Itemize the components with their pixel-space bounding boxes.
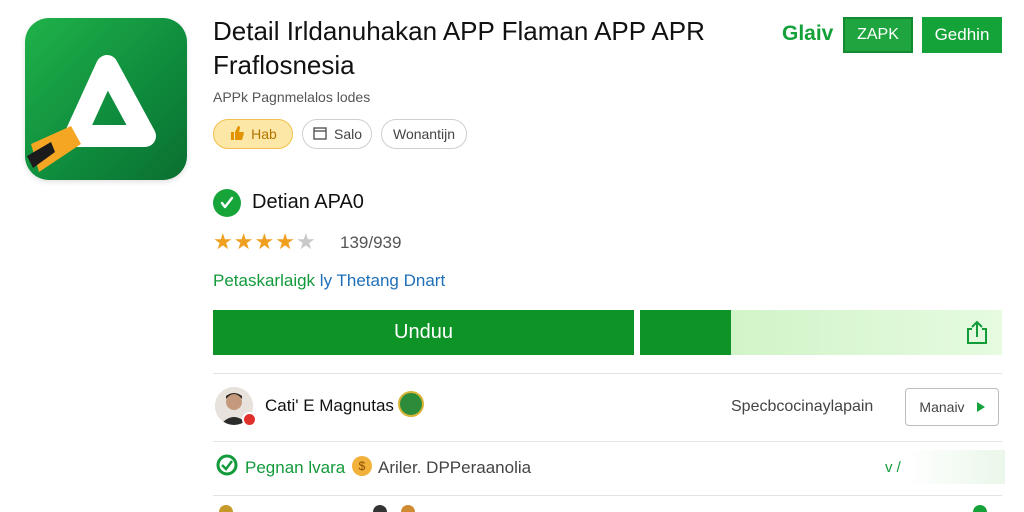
app-subtitle: APPk Pagnmelalos lodes	[213, 89, 371, 105]
gedhin-button[interactable]: Gedhin	[922, 17, 1002, 53]
share-icon[interactable]	[963, 319, 991, 352]
author-badge-icon	[398, 391, 424, 417]
chip-wonantijn[interactable]: Wonantijn	[381, 119, 467, 149]
calendar-icon	[312, 125, 328, 144]
next-button[interactable]: Manaiv	[905, 388, 999, 426]
chip-label: Wonantijn	[392, 126, 455, 142]
author-name[interactable]: Cati' E Magnutas	[265, 396, 394, 416]
header-link[interactable]: Glaiv	[782, 22, 833, 46]
star-icon: ★	[254, 229, 275, 254]
divider	[213, 373, 1002, 374]
progress-fill	[640, 310, 731, 355]
star-icon: ★	[233, 229, 254, 254]
expand-toggle[interactable]: v /	[885, 459, 901, 476]
app-title: Detail Irldanuhakan APP Flaman APP APR F…	[213, 16, 705, 80]
coin-icon: $	[352, 456, 372, 476]
rating-stars: ★ ★ ★ ★ ★	[213, 230, 316, 254]
play-icon	[976, 402, 985, 412]
chip-salo[interactable]: Salo	[302, 119, 372, 149]
app-logo-icon	[25, 18, 187, 180]
chip-label: Salo	[333, 126, 363, 142]
thumbs-up-icon	[229, 125, 245, 144]
developer-suffix: ly Thetang Dnart	[319, 271, 446, 290]
divider	[213, 495, 1002, 496]
install-button[interactable]: Unduu	[213, 310, 634, 355]
location-icon	[215, 453, 239, 484]
zapk-button[interactable]: ZAPK	[843, 17, 913, 53]
download-progress	[640, 310, 1002, 355]
next-row-partial	[213, 505, 1002, 512]
star-icon: ★	[295, 229, 316, 254]
check-badge-icon	[213, 189, 241, 217]
star-icon: ★	[213, 229, 233, 254]
chip-label: Hab	[251, 126, 277, 142]
rating-count: 139/939	[340, 233, 402, 252]
next-button-label: Manaiv	[919, 399, 965, 415]
online-dot	[242, 412, 257, 427]
verification-label: Detian APA0	[252, 191, 364, 213]
info-label: Pegnan lvara	[245, 458, 346, 477]
author-side-text: Specbcocinaylapain	[731, 398, 874, 415]
divider	[213, 441, 1002, 442]
developer-name: Petaskarlaigk	[213, 271, 316, 290]
chip-hab[interactable]: Hab	[213, 119, 293, 149]
developer-line[interactable]: Petaskarlaigk ly Thetang Dnart	[213, 271, 445, 291]
fade-overlay	[905, 450, 1005, 484]
info-detail: Ariler. DPPeraanolia	[378, 458, 532, 477]
star-icon: ★	[275, 229, 295, 254]
